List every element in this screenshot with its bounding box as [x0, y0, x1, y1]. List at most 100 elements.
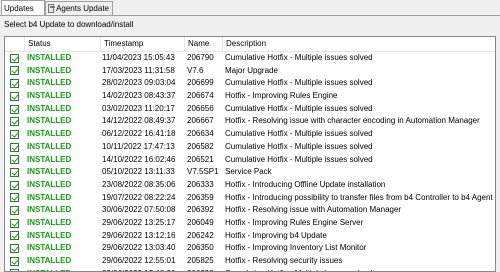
row-status: INSTALLED	[27, 116, 72, 126]
table-row[interactable]: INSTALLED 29/06/2022 13:12:16 206242 Hotfix…	[5, 230, 495, 243]
row-status: INSTALLED	[27, 256, 72, 265]
row-description: Hotfix - Improving Rules Engine Server	[225, 217, 364, 227]
row-status: INSTALLED	[27, 243, 72, 253]
table-row[interactable]: INSTALLED 14/12/2022 08:49:37 206667 Hotfix…	[5, 115, 495, 128]
installed-checkbox[interactable]	[10, 129, 19, 139]
row-timestamp: 29/06/2022 13:03:40	[102, 243, 176, 253]
installed-checkbox[interactable]	[10, 231, 19, 241]
table-row[interactable]: INSTALLED 06/12/2022 16:41:18 206634 Cumula…	[5, 128, 495, 141]
row-status: INSTALLED	[27, 65, 72, 75]
row-timestamp: 23/08/2022 08:35:06	[102, 179, 176, 189]
header-checkbox-column[interactable]	[5, 37, 25, 51]
installed-checkbox[interactable]	[10, 244, 19, 254]
installed-checkbox[interactable]	[10, 155, 19, 165]
installed-checkbox[interactable]	[10, 142, 19, 152]
row-description: Cumulative Hotfix - Multiple issues solv…	[225, 268, 495, 271]
row-name: 206392	[187, 205, 214, 215]
row-status: INSTALLED	[27, 268, 99, 271]
table-row[interactable]: INSTALLED 14/10/2022 16:02:46 206521 Cumula…	[5, 154, 495, 167]
row-status: INSTALLED	[27, 167, 72, 177]
row-name: 206667	[187, 116, 214, 126]
table-row[interactable]: INSTALLED 29/06/2022 13:25:17 206049 Hotfix…	[5, 217, 495, 230]
row-description: Hotfix - Introducing Offline Update inst…	[225, 179, 386, 189]
updates-table[interactable]: Status Timestamp Name Description INSTAL…	[4, 36, 496, 272]
table-row[interactable]: INSTALLED 05/10/2022 13:11:33 V7.5SP1 Servi…	[5, 166, 495, 179]
table-row[interactable]: INSTALLED 03/02/2023 11:20:17 206656 Cumula…	[5, 103, 495, 116]
row-timestamp: 30/06/2022 07:50:08	[102, 205, 176, 215]
row-description: Cumulative Hotfix - Multiple issues solv…	[225, 103, 373, 113]
row-status: INSTALLED	[27, 103, 72, 113]
row-description: Cumulative Hotfix - Multiple issues solv…	[225, 53, 373, 62]
table-row[interactable]: INSTALLED 17/03/2023 11:31:58 V7.6 Major Up…	[5, 65, 495, 78]
row-name: 206333	[187, 179, 214, 189]
row-description: Hotfix - Improving b4 Update	[225, 230, 327, 240]
row-name: 206656	[187, 103, 214, 113]
row-status: INSTALLED	[27, 192, 72, 202]
row-description: Cumulative Hotfix - Multiple issues solv…	[225, 141, 373, 151]
header-status[interactable]: Status	[25, 37, 101, 51]
row-status: INSTALLED	[27, 230, 72, 240]
installed-checkbox[interactable]	[10, 117, 19, 127]
row-name: V7.6	[187, 65, 204, 75]
table-row[interactable]: INSTALLED 10/11/2022 17:47:13 206582 Cumula…	[5, 141, 495, 154]
table-row[interactable]: INSTALLED 14/02/2023 08:43:37 206674 Hotfix…	[5, 90, 495, 103]
header-timestamp[interactable]: Timestamp	[101, 37, 185, 51]
row-status: INSTALLED	[27, 78, 72, 88]
table-row[interactable]: INSTALLED 28/02/2023 09:03:04 206699 Cumula…	[5, 77, 495, 90]
installed-checkbox[interactable]	[10, 180, 19, 190]
row-timestamp: 29/06/2022 13:25:17	[102, 217, 176, 227]
row-name: 206634	[187, 129, 214, 139]
row-name: 206350	[187, 243, 214, 253]
installed-checkbox[interactable]	[10, 218, 19, 228]
installed-checkbox[interactable]	[10, 104, 19, 114]
header-name[interactable]: Name	[185, 37, 223, 51]
row-status: INSTALLED	[27, 217, 72, 227]
tab-agents-update[interactable]: Agents Update	[45, 1, 113, 15]
select-prompt: Select b4 Update to download/install	[4, 20, 134, 29]
row-name: 206049	[187, 217, 214, 227]
table-row[interactable]: INSTALLED 30/06/2022 07:50:08 206392 Hotfix…	[5, 204, 495, 217]
row-name: V7.5SP1	[187, 167, 219, 177]
row-description: Hotfix - Resolving issue with character …	[225, 116, 480, 126]
row-description: Hotfix - Improving Inventory List Monito…	[225, 243, 367, 253]
row-description: Service Pack	[225, 167, 272, 177]
installed-checkbox[interactable]	[10, 206, 19, 216]
row-status: INSTALLED	[27, 179, 72, 189]
row-description: Cumulative Hotfix - Multiple issues solv…	[225, 154, 373, 164]
installed-checkbox[interactable]	[10, 53, 19, 63]
table-row[interactable]: INSTALLED29/06/2022 12:48:20206298Cumula…	[5, 268, 495, 271]
row-timestamp: 29/06/2022 13:12:16	[102, 230, 176, 240]
row-timestamp: 05/10/2022 13:11:33	[102, 167, 175, 177]
row-name: 206359	[187, 192, 214, 202]
tab-updates-label: Updates	[4, 4, 34, 13]
row-name: 206699	[187, 78, 214, 88]
table-row[interactable]: INSTALLED 11/04/2023 15:05:43 206790 Cumula…	[5, 52, 495, 65]
installed-checkbox[interactable]	[10, 167, 19, 177]
row-status: INSTALLED	[27, 91, 72, 101]
row-description: Hotfix - Resolving security issues	[225, 256, 343, 265]
installed-checkbox[interactable]	[10, 79, 19, 89]
row-name: 206790	[187, 53, 214, 62]
row-timestamp: 03/02/2023 11:20:17	[102, 103, 175, 113]
tab-agents-update-label: Agents Update	[56, 4, 109, 13]
table-row[interactable]: INSTALLED 29/06/2022 12:55:01 205825 Hotfix…	[5, 255, 495, 268]
row-timestamp: 10/11/2022 17:47:13	[102, 141, 175, 151]
installed-checkbox[interactable]	[10, 91, 19, 101]
row-status: INSTALLED	[27, 205, 72, 215]
installed-checkbox[interactable]	[10, 256, 19, 266]
row-name: 206674	[187, 91, 214, 101]
row-status: INSTALLED	[27, 53, 72, 62]
table-row[interactable]: INSTALLED 19/07/2022 08:22:24 206359 Hotfix…	[5, 192, 495, 205]
row-status: INSTALLED	[27, 154, 72, 164]
row-name: 206521	[187, 154, 214, 164]
installed-checkbox[interactable]	[10, 66, 19, 76]
tab-bar: Updates Agents Update	[0, 0, 500, 16]
installed-checkbox[interactable]	[10, 193, 19, 203]
row-timestamp: 29/06/2022 12:55:01	[102, 256, 176, 265]
table-row[interactable]: INSTALLED 23/08/2022 08:35:06 206333 Hotfix…	[5, 179, 495, 192]
header-description[interactable]: Description	[223, 37, 495, 51]
row-description: Major Upgrade	[225, 65, 278, 75]
table-row[interactable]: INSTALLED 29/06/2022 13:03:40 206350 Hotfix…	[5, 242, 495, 255]
row-name: 206298	[187, 268, 223, 271]
tab-updates[interactable]: Updates	[1, 0, 45, 16]
